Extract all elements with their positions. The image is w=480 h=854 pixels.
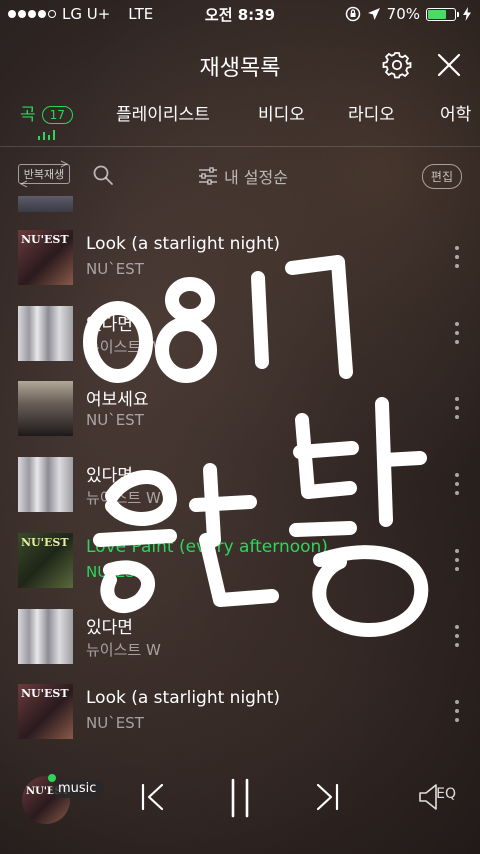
more-options-icon[interactable] bbox=[454, 322, 460, 344]
battery-percent: 70% bbox=[386, 5, 420, 23]
location-arrow-icon bbox=[367, 8, 380, 20]
track-title: Look (a starlight night) bbox=[86, 688, 281, 708]
track-artist: NU`EST bbox=[86, 563, 144, 581]
sliders-icon bbox=[199, 167, 217, 185]
track-artist: NU`EST bbox=[86, 260, 144, 278]
album-cover bbox=[18, 230, 73, 285]
album-cover bbox=[18, 306, 73, 361]
track-artist: NU`EST bbox=[86, 411, 144, 429]
track-row[interactable]: 여보세요 NU`EST bbox=[0, 371, 480, 446]
tab-radio[interactable]: 라디오 bbox=[348, 100, 395, 125]
track-title: 있다면 bbox=[86, 618, 133, 638]
repeat-label: 반복재생 bbox=[18, 164, 70, 184]
track-list: Look (a starlight night) NU`EST 있다면 뉴이스트… bbox=[0, 196, 480, 756]
pause-icon[interactable] bbox=[226, 778, 254, 818]
tab-songs-label: 곡 bbox=[20, 105, 36, 125]
track-title: 여보세요 bbox=[86, 390, 149, 410]
album-cover bbox=[18, 196, 73, 212]
next-track-icon[interactable] bbox=[312, 782, 342, 812]
battery-icon bbox=[426, 7, 459, 21]
tab-bar: 곡 17 플레이리스트 비디오 라디오 어학 bbox=[0, 94, 480, 144]
track-row[interactable]: 있다면 뉴이스트 W bbox=[0, 599, 480, 674]
now-playing-bars-icon bbox=[38, 130, 55, 140]
status-right: 70% bbox=[345, 5, 472, 23]
track-row[interactable]: Look (a starlight night) NU`EST bbox=[0, 674, 480, 749]
track-artist: 뉴이스트 W bbox=[86, 338, 161, 356]
album-cover bbox=[18, 684, 73, 739]
previous-track-icon[interactable] bbox=[138, 782, 168, 812]
track-artist: 뉴이스트 W bbox=[86, 489, 161, 507]
more-options-icon[interactable] bbox=[454, 625, 460, 647]
status-bar: LG U+ LTE 오전 8:39 70% bbox=[0, 0, 480, 28]
album-cover bbox=[18, 533, 73, 588]
tab-songs[interactable]: 곡 17 bbox=[20, 100, 73, 125]
track-title: 있다면 bbox=[86, 466, 133, 486]
more-options-icon[interactable] bbox=[454, 397, 460, 419]
album-cover bbox=[18, 609, 73, 664]
album-cover bbox=[18, 381, 73, 436]
more-options-icon[interactable] bbox=[454, 700, 460, 722]
eq-label: EQ bbox=[436, 786, 456, 802]
divider bbox=[0, 146, 480, 147]
settings-gear-icon[interactable] bbox=[382, 50, 412, 80]
track-title: 있다면 bbox=[86, 315, 133, 335]
list-toolbar: 반복재생 내 설정순 편집 bbox=[0, 158, 480, 194]
more-options-icon[interactable] bbox=[454, 549, 460, 571]
tab-playlist[interactable]: 플레이리스트 bbox=[116, 100, 210, 125]
track-row-now-playing[interactable]: Love Paint (every afternoon) NU`EST bbox=[0, 523, 480, 598]
song-count-badge: 17 bbox=[41, 106, 73, 124]
more-options-icon[interactable] bbox=[454, 473, 460, 495]
tab-language[interactable]: 어학 bbox=[440, 100, 471, 125]
mini-player: music EQ bbox=[0, 760, 480, 854]
track-title: Love Paint (every afternoon) bbox=[86, 537, 328, 557]
repeat-button[interactable]: 반복재생 bbox=[18, 160, 70, 188]
track-row[interactable]: 있다면 뉴이스트 W bbox=[0, 447, 480, 522]
tab-video[interactable]: 비디오 bbox=[258, 100, 305, 125]
sort-button[interactable]: 내 설정순 bbox=[198, 164, 288, 188]
track-artist: NU`EST bbox=[86, 714, 144, 732]
edit-button[interactable]: 편집 bbox=[421, 164, 462, 189]
music-badge: music bbox=[52, 780, 105, 798]
more-options-icon[interactable] bbox=[454, 246, 460, 268]
track-row[interactable]: 있다면 뉴이스트 W bbox=[0, 296, 480, 371]
track-row[interactable]: Look (a starlight night) NU`EST bbox=[0, 220, 480, 295]
album-cover bbox=[18, 457, 73, 512]
track-title: Look (a starlight night) bbox=[86, 234, 281, 254]
charging-bolt-icon bbox=[463, 7, 471, 21]
rotation-lock-icon bbox=[345, 6, 360, 22]
search-icon[interactable] bbox=[92, 164, 114, 186]
header: 재생목록 bbox=[0, 40, 480, 88]
sort-label: 내 설정순 bbox=[224, 168, 288, 187]
close-icon[interactable] bbox=[434, 50, 464, 80]
track-artist: 뉴이스트 W bbox=[86, 641, 161, 659]
